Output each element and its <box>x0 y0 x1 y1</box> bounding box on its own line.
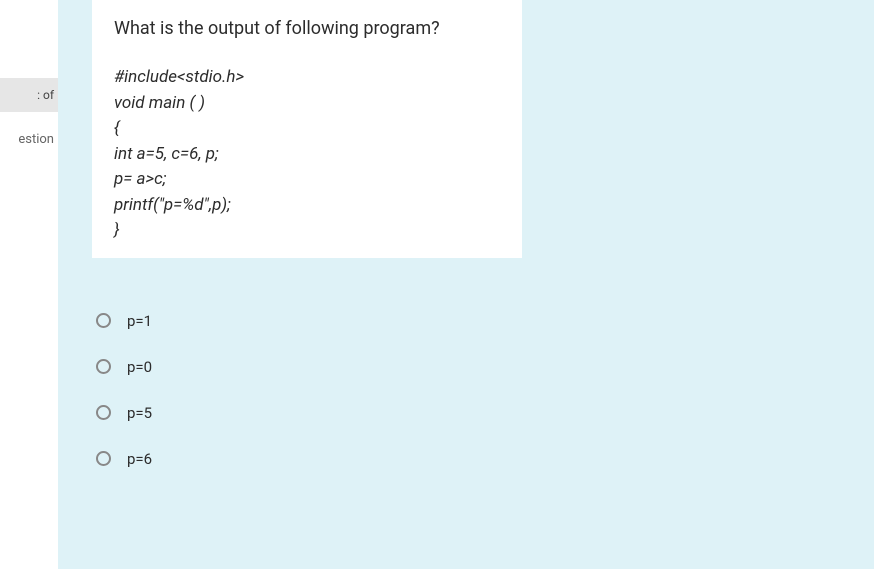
option-p1[interactable]: p=1 <box>96 298 854 344</box>
code-line-4: int a=5, c=6, p; <box>114 142 500 168</box>
options-group: p=1 p=0 p=5 p=6 <box>92 298 854 482</box>
option-label: p=0 <box>127 358 152 376</box>
option-p5[interactable]: p=5 <box>96 390 854 436</box>
question-title: What is the output of following program? <box>114 18 500 39</box>
option-label: p=5 <box>127 404 152 422</box>
code-line-3: { <box>114 116 500 142</box>
main-panel: What is the output of following program?… <box>58 0 874 569</box>
radio-icon <box>96 405 111 420</box>
radio-icon <box>96 451 111 466</box>
sidebar: : of estion <box>0 0 58 569</box>
option-p0[interactable]: p=0 <box>96 344 854 390</box>
code-line-5: p= a>c; <box>114 167 500 193</box>
code-line-2: void main ( ) <box>114 91 500 117</box>
radio-icon <box>96 359 111 374</box>
option-label: p=1 <box>127 312 152 330</box>
code-line-1: #include<stdio.h> <box>114 65 500 91</box>
sidebar-item-question[interactable]: estion <box>0 116 58 153</box>
code-line-6: printf("p=%d",p); <box>114 193 500 219</box>
code-line-7: } <box>114 218 500 244</box>
page-container: : of estion What is the output of follow… <box>0 0 874 569</box>
option-p6[interactable]: p=6 <box>96 436 854 482</box>
sidebar-item-of[interactable]: : of <box>0 78 58 112</box>
sidebar-item-label: estion <box>18 132 54 147</box>
option-label: p=6 <box>127 450 152 468</box>
sidebar-item-label: : of <box>37 88 54 102</box>
radio-icon <box>96 313 111 328</box>
question-box: What is the output of following program?… <box>92 0 522 258</box>
